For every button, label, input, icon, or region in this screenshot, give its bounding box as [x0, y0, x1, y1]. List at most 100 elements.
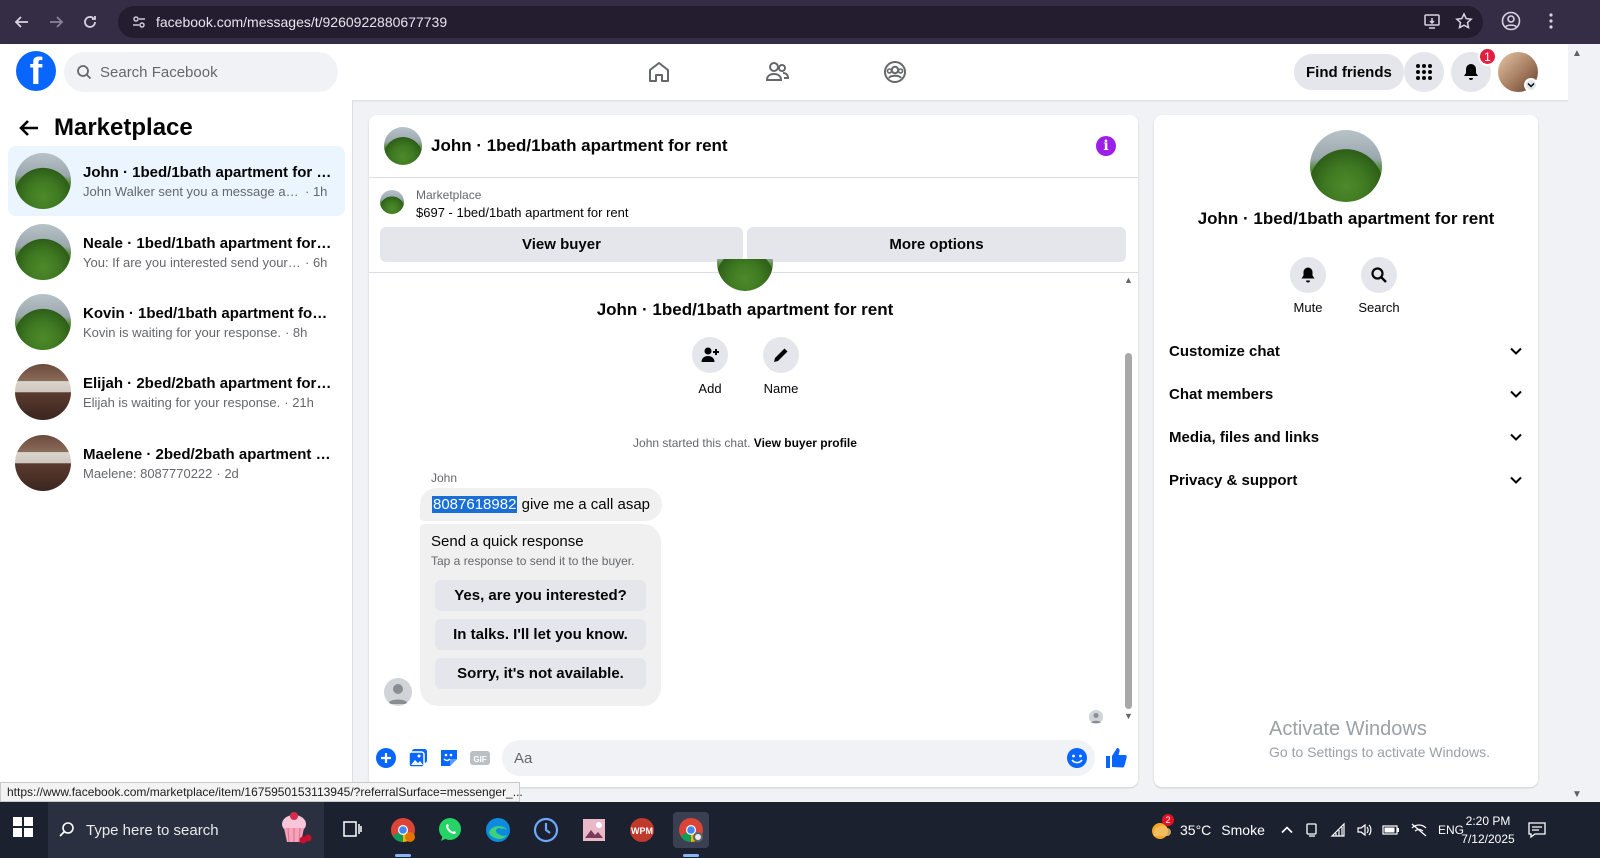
- listing-price-title[interactable]: $697 - 1bed/1bath apartment for rent: [416, 205, 628, 220]
- taskbar-search[interactable]: Type here to search: [48, 802, 324, 858]
- page-scrollbar[interactable]: ▲ ▼: [1568, 44, 1600, 802]
- name-action[interactable]: Name: [751, 337, 811, 396]
- site-settings-icon[interactable]: [124, 14, 154, 30]
- conversation-snippet: You: If are you interested send your num…: [83, 254, 301, 270]
- wifi-icon[interactable]: [1330, 822, 1346, 838]
- privacy-support-row[interactable]: Privacy & support: [1169, 462, 1523, 498]
- facebook-logo-icon[interactable]: f: [16, 51, 56, 91]
- find-friends-button[interactable]: Find friends: [1294, 54, 1404, 90]
- conversation-item[interactable]: Neale · 1bed/1bath apartment for rent Yo…: [8, 217, 345, 287]
- action-center-icon[interactable]: [1527, 802, 1547, 858]
- forward-arrow-icon[interactable]: [44, 10, 68, 34]
- scroll-down-arrow-icon[interactable]: ▼: [1572, 789, 1582, 800]
- conversation-item[interactable]: Maelene · 2bed/2bath apartment for rent …: [8, 428, 345, 498]
- bookmark-star-icon[interactable]: [1455, 12, 1473, 30]
- message-input[interactable]: [502, 740, 1095, 776]
- chat-avatar[interactable]: [384, 127, 422, 165]
- customize-chat-row[interactable]: Customize chat: [1169, 333, 1523, 369]
- add-action[interactable]: Add: [680, 337, 740, 396]
- view-buyer-button[interactable]: View buyer: [380, 227, 743, 262]
- taskbar-clock[interactable]: 2:20 PM 7/12/2025: [1453, 812, 1523, 848]
- scroll-up-arrow-icon[interactable]: ▲: [1572, 48, 1582, 59]
- groups-tab-icon[interactable]: [836, 44, 954, 100]
- scroll-down-arrow-icon[interactable]: ▼: [1124, 711, 1133, 721]
- friends-tab-icon[interactable]: [718, 44, 836, 100]
- scroll-up-arrow-icon[interactable]: ▲: [1124, 275, 1133, 285]
- link-status-bar: https://www.facebook.com/marketplace/ite…: [0, 782, 523, 802]
- sticker-icon[interactable]: [437, 746, 461, 770]
- info-icon[interactable]: i: [1096, 136, 1116, 156]
- more-options-button[interactable]: More options: [747, 227, 1126, 262]
- chevron-down-icon: [1510, 476, 1522, 484]
- wps-app-icon[interactable]: WPM: [624, 812, 660, 848]
- mute-label: Mute: [1293, 300, 1323, 315]
- menu-grid-icon[interactable]: [1404, 52, 1444, 92]
- quick-reply-button[interactable]: Yes, are you interested?: [435, 580, 646, 611]
- chat-members-row[interactable]: Chat members: [1169, 376, 1523, 412]
- search-box[interactable]: [64, 52, 338, 92]
- back-arrow-icon[interactable]: [10, 10, 34, 34]
- photo-app-icon[interactable]: [576, 812, 612, 848]
- scroll-thumb[interactable]: [1125, 353, 1132, 709]
- chevron-down-icon: [1510, 433, 1522, 441]
- conversation-item[interactable]: Elijah · 2bed/2bath apartment for rent E…: [8, 357, 345, 427]
- chrome-app-icon[interactable]: [385, 812, 421, 848]
- quick-reply-button[interactable]: In talks. I'll let you know.: [435, 619, 646, 650]
- sender-avatar[interactable]: [384, 678, 412, 706]
- address-bar[interactable]: facebook.com/messages/t/9260922880677739: [118, 6, 1483, 38]
- plus-circle-icon[interactable]: [374, 746, 398, 770]
- volume-icon[interactable]: [1356, 822, 1372, 838]
- running-indicator: [395, 854, 411, 857]
- browser-menu-icon[interactable]: [1540, 10, 1562, 32]
- bell-icon[interactable]: [1290, 257, 1326, 293]
- details-avatar[interactable]: [1310, 130, 1382, 202]
- chat-header: John · 1bed/1bath apartment for rent: [369, 115, 1138, 178]
- photo-icon[interactable]: [406, 746, 430, 770]
- task-view-icon[interactable]: [334, 812, 370, 848]
- emoji-icon[interactable]: [1065, 746, 1089, 770]
- conversation-avatar: [15, 364, 71, 420]
- conversation-item[interactable]: John · 1bed/1bath apartment for rent Joh…: [8, 146, 345, 216]
- network-off-icon[interactable]: [1410, 822, 1428, 838]
- edge-app-icon[interactable]: [480, 812, 516, 848]
- conversation-item[interactable]: Kovin · 1bed/1bath apartment for rent Ko…: [8, 287, 345, 357]
- chevron-down-icon[interactable]: [1524, 78, 1538, 92]
- whatsapp-app-icon[interactable]: [432, 812, 468, 848]
- install-app-icon[interactable]: [1423, 12, 1441, 30]
- name-label: Name: [763, 381, 799, 396]
- running-indicator: [683, 854, 699, 857]
- gif-icon[interactable]: GIF: [468, 746, 492, 770]
- quick-reply-button[interactable]: Sorry, it's not available.: [435, 658, 646, 689]
- chevron-up-icon[interactable]: [1280, 823, 1294, 837]
- battery-icon[interactable]: [1382, 822, 1400, 838]
- search-action[interactable]: Search: [1349, 257, 1409, 315]
- app-circle-icon[interactable]: [528, 812, 564, 848]
- chevron-down-icon: [1510, 390, 1522, 398]
- sidebar-title: Marketplace: [54, 114, 193, 141]
- media-files-links-row[interactable]: Media, files and links: [1169, 419, 1523, 455]
- pencil-icon[interactable]: [763, 337, 799, 373]
- meet-now-icon[interactable]: [1304, 822, 1320, 838]
- browser-profile-icon[interactable]: [1500, 10, 1522, 32]
- url-text[interactable]: facebook.com/messages/t/9260922880677739: [156, 14, 447, 30]
- add-person-icon[interactable]: [692, 337, 728, 373]
- thumbs-up-icon[interactable]: [1104, 746, 1128, 770]
- back-arrow-icon[interactable]: [18, 115, 44, 141]
- search-input[interactable]: [100, 63, 320, 81]
- weather-widget[interactable]: 2 35°C Smoke: [1148, 802, 1265, 858]
- home-tab-icon[interactable]: [600, 44, 718, 100]
- weather-condition: Smoke: [1221, 822, 1265, 838]
- listing-thumbnail[interactable]: [380, 190, 404, 214]
- conversation-time: · 21h: [284, 394, 314, 410]
- message-bubble[interactable]: 8087618982 give me a call asap: [420, 488, 663, 521]
- chrome-profile-app-icon[interactable]: [673, 812, 709, 848]
- windows-taskbar: Type here to search WPM 2 35°C Smoke ENG…: [0, 802, 1600, 858]
- view-buyer-profile-link[interactable]: View buyer profile: [754, 436, 857, 450]
- thread-scrollbar[interactable]: ▲ ▼: [1122, 273, 1136, 723]
- chat-title[interactable]: John · 1bed/1bath apartment for rent: [431, 136, 728, 156]
- search-icon[interactable]: [1361, 257, 1397, 293]
- reload-icon[interactable]: [78, 10, 102, 34]
- mute-action[interactable]: Mute: [1278, 257, 1338, 315]
- windows-start-icon[interactable]: [12, 816, 34, 838]
- selected-phone-number[interactable]: 8087618982: [432, 496, 518, 513]
